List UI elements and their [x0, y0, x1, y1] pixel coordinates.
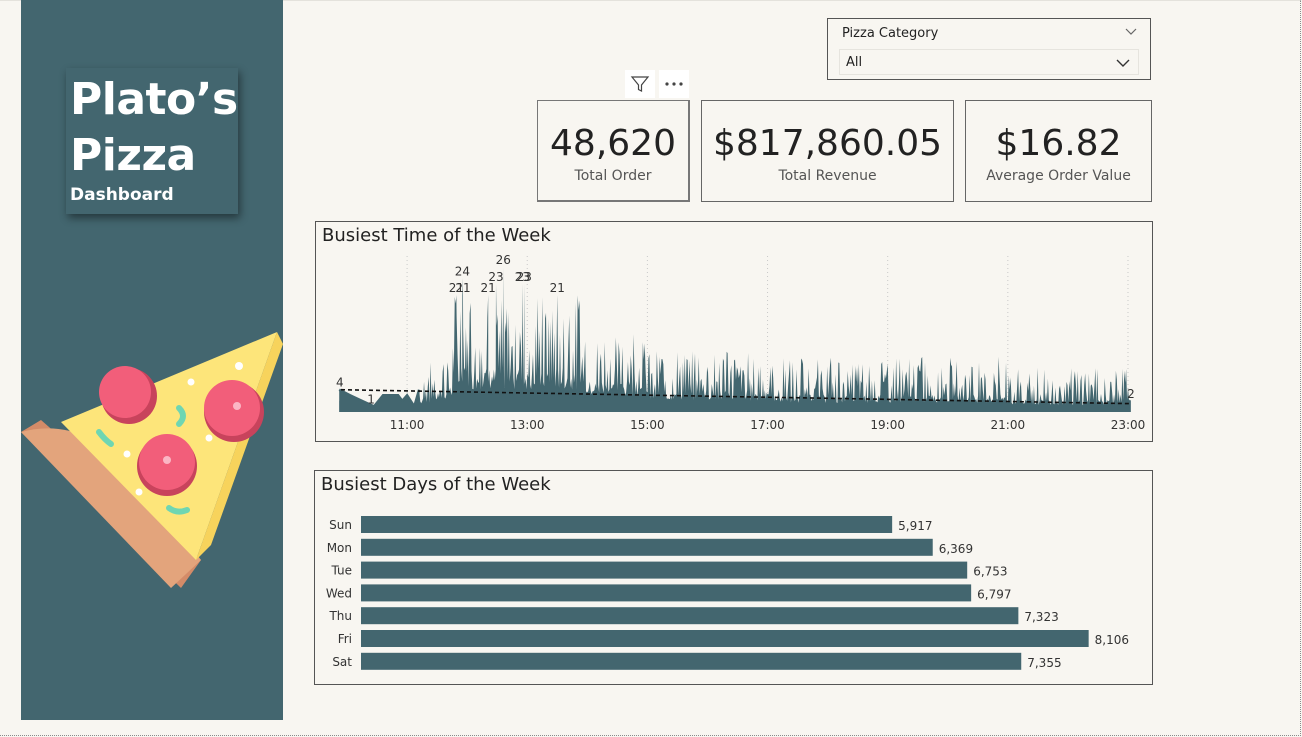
x-tick-label: 19:00 [870, 418, 905, 432]
kpi-value: 48,620 [550, 123, 676, 164]
category-label: Wed [326, 586, 352, 600]
more-options-button[interactable] [659, 70, 689, 98]
category-label: Tue [331, 564, 353, 578]
dashboard-subtitle: Dashboard [70, 185, 174, 205]
data-label: 21 [455, 281, 470, 295]
title-line-1: Plato’s [70, 74, 238, 125]
bar-mon [361, 538, 933, 556]
bar-sun [361, 516, 893, 533]
category-label: Mon [327, 541, 352, 555]
value-label: 6,753 [973, 565, 1007, 579]
kpi-value: $16.82 [995, 123, 1122, 164]
value-label: 6,369 [939, 542, 973, 556]
bar-tue [361, 561, 968, 579]
busiest-days-plot: Sun 5,917 Mon 6,369 Tue 6,753 Wed 6,797 Thu 7,323… [326, 516, 1129, 670]
category-label: Sun [329, 518, 352, 532]
data-label: 23 [517, 270, 532, 284]
busiest-time-chart[interactable]: Busiest Time of the Week 11:00 13:00 15:00… [315, 221, 1153, 442]
value-label: 8,106 [1095, 633, 1129, 647]
value-label: 7,355 [1027, 656, 1061, 670]
kpi-card-average-order-value[interactable]: $16.82 Average Order Value [965, 100, 1152, 202]
data-label: 23 [488, 270, 503, 284]
slicer-title: Pizza Category [842, 26, 939, 41]
value-label: 6,797 [977, 587, 1011, 601]
category-label: Thu [328, 609, 352, 623]
busiest-time-plot: 11:00 13:00 15:00 17:00 19:00 21:00 23:00 4 1 21 2… [336, 253, 1146, 432]
kpi-label: Average Order Value [986, 168, 1131, 184]
data-label: 4 [336, 376, 344, 390]
slicer-dropdown[interactable]: All [839, 49, 1139, 75]
category-label: Fri [338, 632, 352, 646]
chevron-down-icon[interactable] [1116, 58, 1130, 68]
pizza-category-slicer: Pizza Category All [827, 18, 1151, 80]
data-label: 26 [496, 253, 511, 267]
kpi-value: $817,860.05 [712, 123, 943, 164]
x-tick-label: 23:00 [1111, 418, 1146, 432]
bar-thu [361, 607, 1019, 625]
data-label: 1 [367, 392, 375, 406]
busiest-days-chart[interactable]: Busiest Days of the Week Sun 5,917 Mon 6,36… [314, 470, 1153, 685]
chevron-down-icon[interactable] [1124, 25, 1138, 37]
filter-button[interactable] [625, 70, 655, 98]
x-tick-label: 21:00 [991, 418, 1026, 432]
x-tick-label: 15:00 [630, 418, 665, 432]
kpi-card-total-revenue[interactable]: $817,860.05 Total Revenue [701, 100, 954, 202]
data-label: 24 [455, 264, 470, 278]
bar-fri [361, 630, 1089, 647]
category-label: Sat [332, 655, 352, 669]
x-tick-label: 13:00 [510, 418, 545, 432]
sidebar: Plato’s Pizza Dashboard [21, 0, 283, 720]
value-label: 7,323 [1024, 610, 1058, 624]
title-line-2: Pizza [70, 130, 196, 181]
bar-wed [361, 584, 972, 602]
slicer-selected-value: All [846, 55, 863, 70]
x-tick-label: 17:00 [750, 418, 785, 432]
kpi-label: Total Order [574, 168, 652, 184]
more-options-icon [665, 82, 683, 86]
kpi-label: Total Revenue [778, 168, 877, 184]
data-label: 21 [550, 281, 565, 295]
filter-icon [630, 76, 650, 92]
visual-header [625, 70, 691, 98]
value-label: 5,917 [898, 519, 932, 533]
bar-sat [361, 652, 1022, 670]
pizza-slice-illustration [21, 332, 283, 588]
data-label: 2 [1127, 387, 1135, 401]
x-tick-label: 11:00 [390, 418, 425, 432]
title-card: Plato’s Pizza Dashboard [66, 68, 238, 214]
kpi-card-total-order[interactable]: 48,620 Total Order [537, 100, 690, 202]
